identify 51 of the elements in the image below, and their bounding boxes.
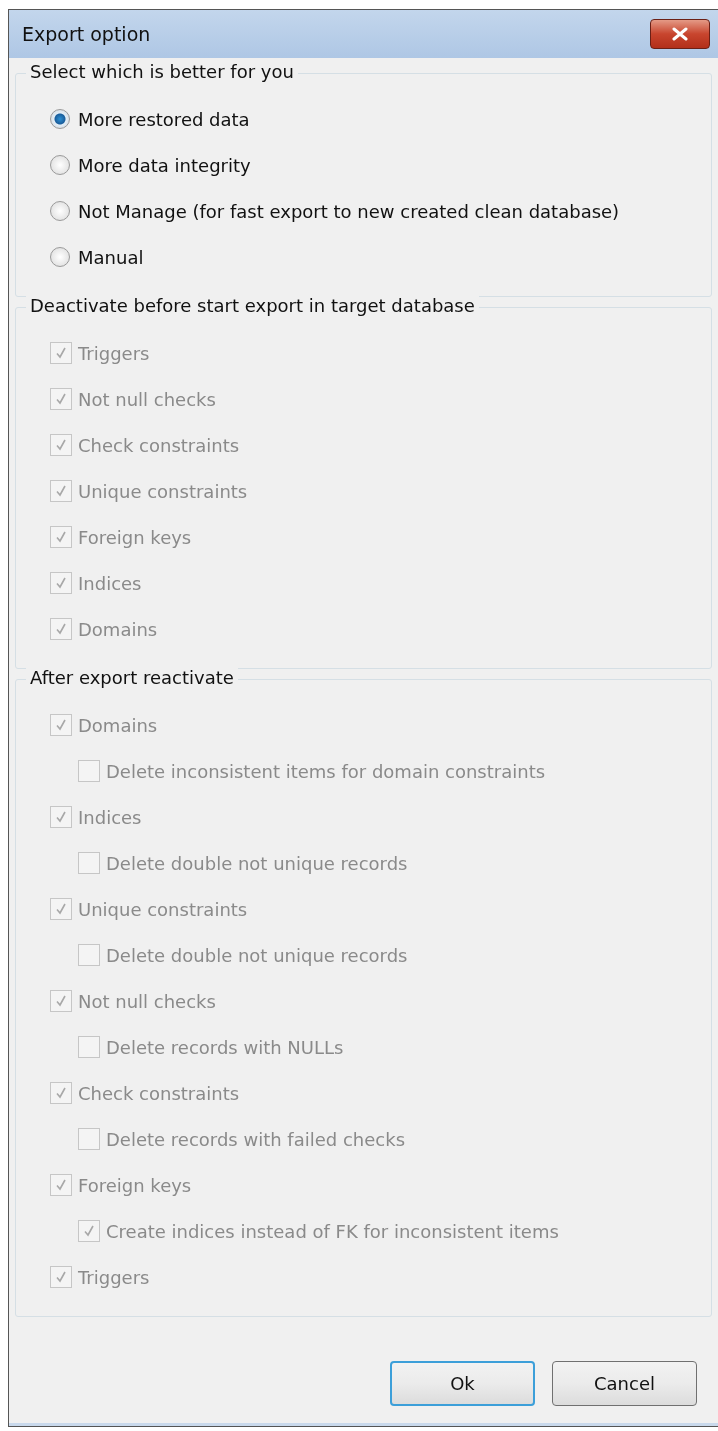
checkbox-label: Delete records with failed checks	[106, 1128, 406, 1150]
check-icon	[54, 718, 68, 732]
radio-button[interactable]	[50, 109, 70, 129]
checkbox-label: Indices	[78, 806, 142, 828]
checkbox-label: Delete double not unique records	[106, 944, 408, 966]
option-label: Manual	[78, 246, 144, 268]
check-icon	[54, 438, 68, 452]
checkbox-label: Domains	[78, 714, 158, 736]
checkbox-label: Check constraints	[78, 1082, 240, 1104]
radio-button[interactable]	[50, 247, 70, 267]
checkbox-label: Not null checks	[78, 388, 216, 410]
check-icon	[54, 1270, 68, 1284]
checkbox-label: Delete double not unique records	[106, 852, 408, 874]
check-icon	[54, 810, 68, 824]
check-icon	[54, 484, 68, 498]
checkbox-label: Foreign keys	[78, 526, 192, 548]
checkbox-label: Delete records with NULLs	[106, 1036, 344, 1058]
checkbox-label: Not null checks	[78, 990, 216, 1012]
check-icon	[54, 576, 68, 590]
checkbox-label: Unique constraints	[78, 480, 248, 502]
check-icon	[54, 346, 68, 360]
group-title: After export reactivate	[26, 667, 238, 688]
check-icon	[54, 530, 68, 544]
check-icon	[54, 902, 68, 916]
option-label: More restored data	[78, 108, 250, 130]
checkbox-label: Triggers	[78, 342, 150, 364]
ok-button[interactable]: Ok	[390, 1361, 535, 1406]
option-label: More data integrity	[78, 154, 251, 176]
check-icon	[82, 1224, 96, 1238]
check-icon	[54, 1086, 68, 1100]
group-title: Select which is better for you	[26, 61, 298, 82]
checkbox-label: Unique constraints	[78, 898, 248, 920]
check-icon	[54, 994, 68, 1008]
checkbox-label: Indices	[78, 572, 142, 594]
close-icon	[671, 27, 689, 41]
checkbox-label: Triggers	[78, 1266, 150, 1288]
checkbox-label: Create indices instead of FK for inconsistent items	[106, 1220, 559, 1242]
cancel-button[interactable]: Cancel	[552, 1361, 697, 1406]
radio-button[interactable]	[50, 201, 70, 221]
group-title: Deactivate before start export in target database	[26, 295, 479, 316]
close-button[interactable]	[650, 19, 710, 49]
option-label: Not Manage (for fast export to new created clean database)	[78, 200, 620, 222]
checkbox-label: Delete inconsistent items for domain constraints	[106, 760, 546, 782]
window-title: Export option	[22, 23, 151, 45]
radio-button[interactable]	[50, 155, 70, 175]
check-icon	[54, 392, 68, 406]
checkbox-label: Foreign keys	[78, 1174, 192, 1196]
checkbox-label: Check constraints	[78, 434, 240, 456]
check-icon	[54, 1178, 68, 1192]
checkbox-label: Domains	[78, 618, 158, 640]
check-icon	[54, 622, 68, 636]
